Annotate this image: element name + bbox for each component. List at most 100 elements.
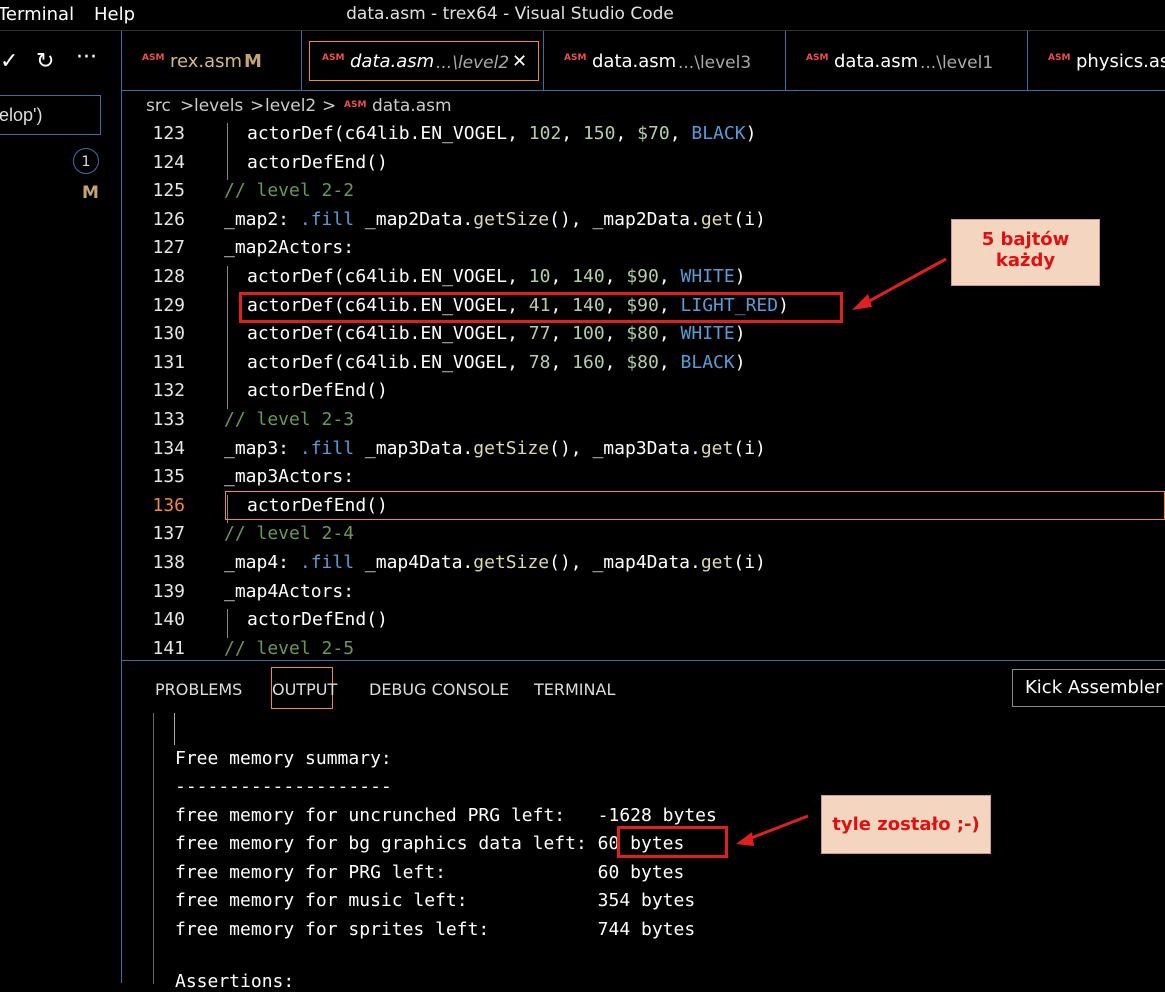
asm-file-icon: ASM xyxy=(1048,53,1071,63)
code-text: _map2: .fill _map2Data.getSize(), _map2D… xyxy=(224,209,766,230)
code-token: .fill xyxy=(299,208,365,230)
code-line[interactable]: 131 actorDef(c64lib.EN_VOGEL, 78, 160, $8… xyxy=(122,351,1165,381)
code-token: get xyxy=(700,208,734,230)
code-token: _map3Data. xyxy=(364,437,474,459)
code-token: $80 xyxy=(626,351,659,373)
code-line[interactable]: 138 _map4: .fill _map4Data.getSize(), _ma… xyxy=(122,552,1165,581)
code-text: actorDef(c64lib.EN_VOGEL, 78, 160, $80, … xyxy=(247,352,746,373)
code-token: WHITE xyxy=(680,266,735,287)
tab-path: ...\level1 xyxy=(920,53,994,73)
output-channel-select[interactable]: Kick Assembler xyxy=(1012,669,1165,707)
breadcrumb-file[interactable]: data.asm xyxy=(372,96,452,116)
tab-data-asm-level2[interactable]: ASM data.asm ...\level2 ✕ xyxy=(302,31,544,90)
code-text: _map4Actors: xyxy=(224,581,354,602)
code-line[interactable]: 125 // level 2-2 xyxy=(122,180,1165,209)
asm-file-icon: ASM xyxy=(806,53,829,63)
changes-count-badge: 1 xyxy=(73,148,99,174)
code-line[interactable]: 123 actorDef(c64lib.EN_VOGEL, 102, 150, $… xyxy=(122,123,1165,152)
indent-guide xyxy=(227,294,228,324)
commit-message-input[interactable] xyxy=(0,95,101,135)
code-token: , xyxy=(615,123,638,144)
code-token: _map3Actors: xyxy=(224,466,355,488)
tab-data-asm-level1[interactable]: ASM data.asm ...\level1 xyxy=(786,31,1028,90)
code-token: get xyxy=(700,552,734,573)
tab-debug-console[interactable]: DEBUG CONSOLE xyxy=(369,680,509,699)
code-token: $70 xyxy=(637,123,670,144)
tab-output[interactable]: OUTPUT xyxy=(272,680,337,699)
code-token: WHITE xyxy=(680,323,735,345)
tab-problems[interactable]: PROBLEMS xyxy=(155,680,242,699)
code-token: .fill xyxy=(299,437,365,459)
code-token: (i) xyxy=(733,208,766,230)
breadcrumb-src[interactable]: src xyxy=(146,96,171,116)
code-text: actorDefEnd() xyxy=(247,152,388,173)
line-number: 140 xyxy=(152,609,185,631)
tab-data-asm-level3[interactable]: ASM data.asm ...\level3 xyxy=(544,31,786,90)
current-line-highlight xyxy=(225,491,1165,520)
annotation-arrow xyxy=(852,257,947,310)
line-number: 127 xyxy=(152,237,185,259)
tab-path: ...\level2 xyxy=(436,53,510,73)
code-token: $80 xyxy=(626,323,659,345)
chevron-right-icon: > xyxy=(322,96,337,116)
tab-rex-asm[interactable]: ASM rex.asm M xyxy=(122,31,302,90)
code-token: 100 xyxy=(572,323,605,345)
line-number: 124 xyxy=(152,151,185,173)
code-token: ) xyxy=(734,323,746,345)
output-line: free memory for uncrunched PRG left: -16… xyxy=(175,805,717,826)
code-token: , xyxy=(550,323,573,345)
code-token: (i) xyxy=(733,437,766,459)
breadcrumb-levels[interactable]: levels xyxy=(194,96,243,116)
breadcrumb-level2[interactable]: level2 xyxy=(265,96,316,116)
code-line[interactable]: 137 // level 2-4 xyxy=(122,523,1165,552)
modified-status-badge: M xyxy=(82,183,99,203)
asm-file-icon: ASM xyxy=(564,53,587,63)
code-line[interactable]: 124 actorDefEnd() xyxy=(122,151,1165,181)
code-token: // level 2-3 xyxy=(224,409,355,430)
output-line: Free memory summary: xyxy=(175,748,392,769)
line-number: 134 xyxy=(152,437,185,459)
code-line[interactable]: 133 // level 2-3 xyxy=(122,409,1165,438)
line-number: 135 xyxy=(152,466,185,488)
code-line[interactable]: 134 _map3: .fill _map3Data.getSize(), _ma… xyxy=(122,438,1165,467)
code-token: , xyxy=(604,266,627,287)
line-number: 130 xyxy=(152,323,185,345)
code-line[interactable]: 141 // level 2-5 xyxy=(122,638,1165,660)
bottom-panel: PROBLEMS OUTPUT DEBUG CONSOLE TERMINAL K… xyxy=(122,660,1165,992)
code-token: , xyxy=(658,323,681,345)
code-token: (), _map4Data. xyxy=(549,552,701,573)
code-token: , xyxy=(658,266,681,287)
tab-label: data.asm xyxy=(350,51,435,72)
refresh-icon[interactable]: ↻ xyxy=(36,49,54,74)
close-icon[interactable]: ✕ xyxy=(512,51,527,72)
code-token: // level 2-5 xyxy=(224,637,355,659)
line-number: 132 xyxy=(152,380,185,402)
code-text: actorDef(c64lib.EN_VOGEL, 102, 150, $70,… xyxy=(247,123,756,144)
code-text: _map4: .fill _map4Data.getSize(), _map4D… xyxy=(224,552,766,573)
line-number: 141 xyxy=(152,637,185,659)
tab-physics-asm[interactable]: ASM physics.asm xyxy=(1028,31,1165,90)
code-token: , xyxy=(604,323,627,345)
code-line[interactable]: 139 _map4Actors: xyxy=(122,581,1165,610)
chevron-right-icon: > xyxy=(250,96,265,116)
title-bar: Terminal Help data.asm - trex64 - Visual… xyxy=(0,0,1165,31)
tab-label: rex.asm xyxy=(170,51,243,72)
more-actions-icon[interactable]: ··· xyxy=(76,45,97,70)
highlight-box-60-bytes xyxy=(617,826,728,858)
line-number: 133 xyxy=(152,409,185,430)
code-token: _map2: xyxy=(224,208,300,230)
code-text: // level 2-5 xyxy=(224,638,354,659)
tab-terminal[interactable]: TERMINAL xyxy=(534,680,615,699)
code-token: _map4Actors: xyxy=(224,580,355,602)
code-token: 160 xyxy=(572,351,605,373)
code-token: (), _map3Data. xyxy=(549,437,701,459)
commit-check-icon[interactable]: ✓ xyxy=(0,49,18,74)
tab-label: data.asm xyxy=(834,51,919,72)
code-line[interactable]: 140 actorDefEnd() xyxy=(122,609,1165,638)
code-text: // level 2-2 xyxy=(224,180,354,201)
code-line[interactable]: 130 actorDef(c64lib.EN_VOGEL, 77, 100, $8… xyxy=(122,323,1165,352)
annotation-line: każdy xyxy=(995,250,1056,271)
code-line[interactable]: 132 actorDefEnd() xyxy=(122,380,1165,409)
code-token: getSize xyxy=(473,208,550,230)
code-editor[interactable]: 123 actorDef(c64lib.EN_VOGEL, 102, 150, $… xyxy=(122,123,1165,660)
